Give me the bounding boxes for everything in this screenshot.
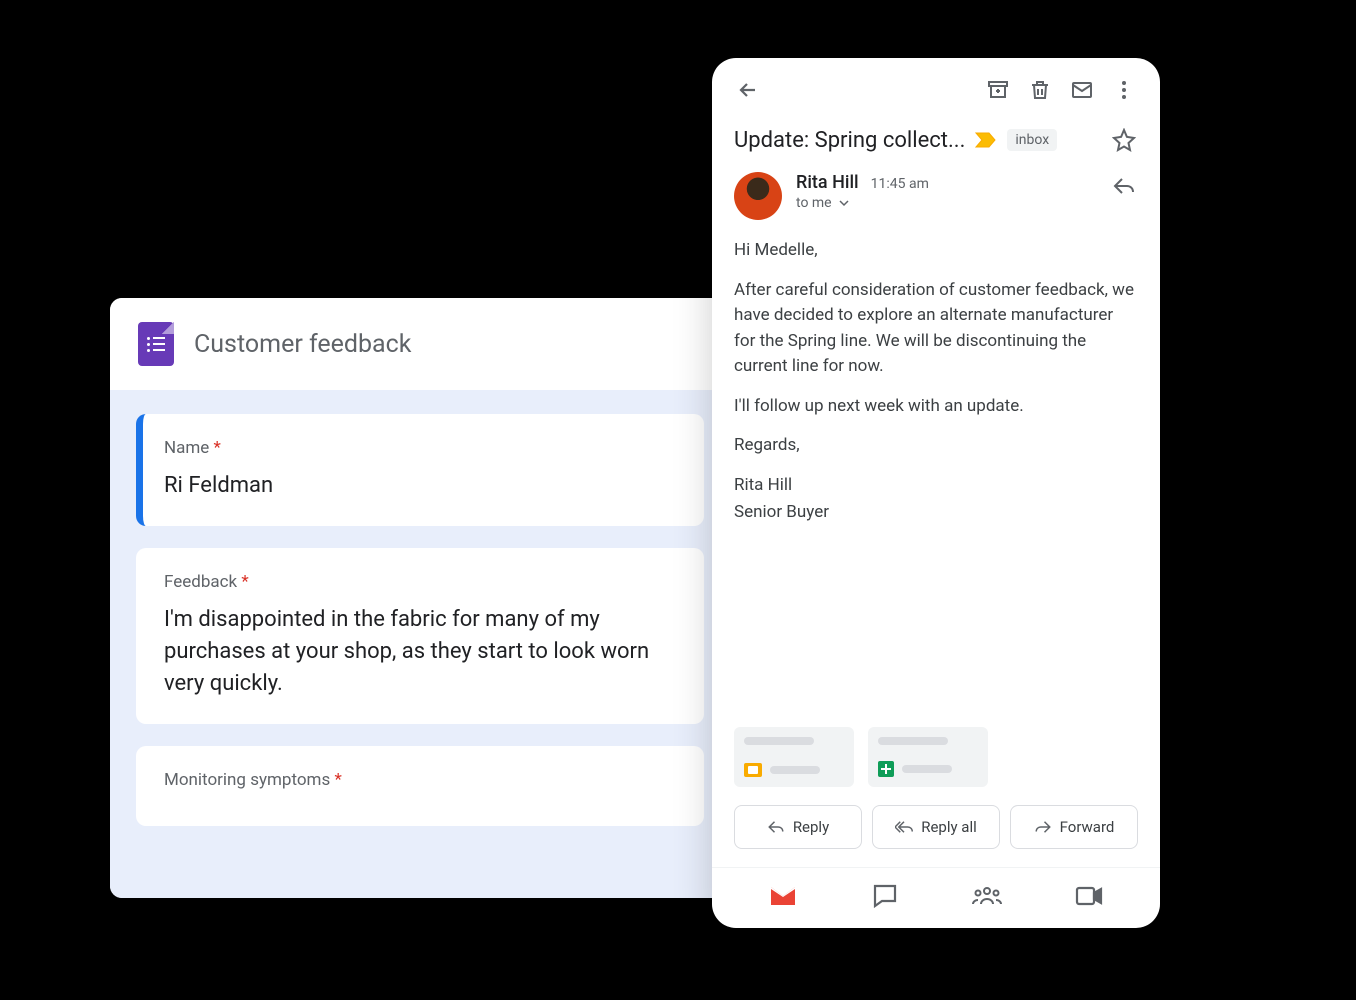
- chevron-down-icon[interactable]: [838, 197, 850, 209]
- back-icon[interactable]: [734, 76, 762, 104]
- email-body: Hi Medelle, After careful consideration …: [712, 238, 1160, 717]
- nav-meet-icon[interactable]: [1073, 882, 1105, 910]
- reply-button[interactable]: Reply: [734, 805, 862, 849]
- delete-icon[interactable]: [1026, 76, 1054, 104]
- avatar[interactable]: [734, 172, 782, 220]
- inbox-badge[interactable]: inbox: [1007, 129, 1057, 151]
- attachment-slides[interactable]: [734, 727, 854, 787]
- form-label: Name *: [164, 438, 676, 458]
- form-question-feedback[interactable]: Feedback * I'm disappointed in the fabri…: [136, 548, 704, 724]
- signature-name: Rita Hill: [734, 473, 1138, 499]
- nav-chat-icon[interactable]: [869, 882, 901, 910]
- signature-title: Senior Buyer: [734, 500, 1138, 526]
- subject-text: Update: Spring collect...: [734, 128, 965, 153]
- email-paragraph: After careful consideration of customer …: [734, 278, 1138, 380]
- mail-icon[interactable]: [1068, 76, 1096, 104]
- forms-title: Customer feedback: [194, 330, 411, 359]
- forms-app-icon: [138, 322, 174, 366]
- sender-row: Rita Hill 11:45 am to me: [712, 172, 1160, 238]
- sheets-icon: [878, 761, 894, 777]
- gmail-card: Update: Spring collect... inbox Rita Hil…: [712, 58, 1160, 928]
- email-greeting: Hi Medelle,: [734, 238, 1138, 264]
- star-icon[interactable]: [1110, 126, 1138, 154]
- recipient-label[interactable]: to me: [796, 195, 832, 211]
- important-marker-icon[interactable]: [975, 132, 997, 148]
- nav-mail-icon[interactable]: [767, 882, 799, 910]
- forms-body: Name * Ri Feldman Feedback * I'm disappo…: [110, 390, 730, 898]
- gmail-topbar: [712, 58, 1160, 112]
- attachment-sheets[interactable]: [868, 727, 988, 787]
- reply-icon[interactable]: [1110, 172, 1138, 200]
- sender-time: 11:45 am: [871, 176, 929, 192]
- attachments: [712, 717, 1160, 805]
- bottom-nav: [712, 867, 1160, 928]
- more-icon[interactable]: [1110, 76, 1138, 104]
- form-label: Monitoring symptoms *: [164, 770, 676, 790]
- forward-button[interactable]: Forward: [1010, 805, 1138, 849]
- archive-icon[interactable]: [984, 76, 1012, 104]
- forms-card: Customer feedback Name * Ri Feldman Feed…: [110, 298, 730, 898]
- reply-buttons: Reply Reply all Forward: [712, 805, 1160, 867]
- form-question-name[interactable]: Name * Ri Feldman: [136, 414, 704, 526]
- subject-row: Update: Spring collect... inbox: [712, 112, 1160, 172]
- email-closing: Regards,: [734, 433, 1138, 459]
- nav-spaces-icon[interactable]: [971, 882, 1003, 910]
- reply-all-button[interactable]: Reply all: [872, 805, 1000, 849]
- form-value[interactable]: I'm disappointed in the fabric for many …: [164, 604, 676, 700]
- sender-name: Rita Hill: [796, 172, 859, 193]
- forms-header: Customer feedback: [110, 298, 730, 390]
- slides-icon: [744, 763, 762, 777]
- form-question-monitoring[interactable]: Monitoring symptoms *: [136, 746, 704, 826]
- email-paragraph: I'll follow up next week with an update.: [734, 394, 1138, 420]
- form-value[interactable]: Ri Feldman: [164, 470, 676, 502]
- form-label: Feedback *: [164, 572, 676, 592]
